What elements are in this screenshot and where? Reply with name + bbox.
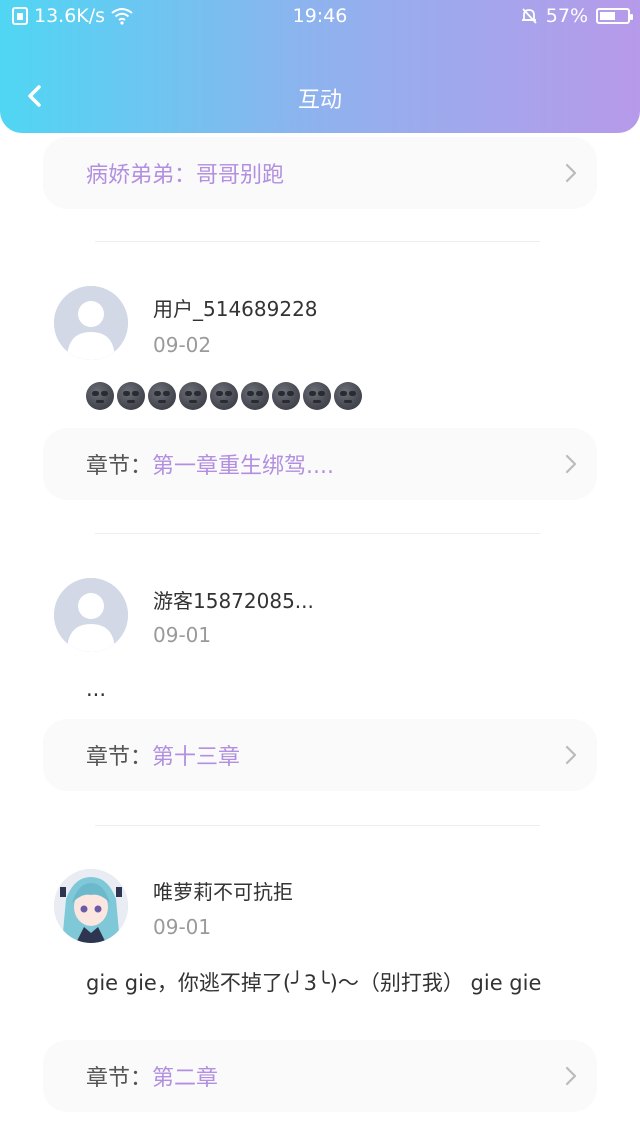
- username[interactable]: 游客15872085...: [153, 585, 314, 614]
- default-avatar-icon: [54, 286, 128, 360]
- new-moon-face-emoji: [179, 382, 207, 410]
- novel-title: 病娇弟弟：哥哥别跑: [86, 163, 285, 188]
- chevron-right-icon: [565, 745, 577, 765]
- new-moon-face-emoji: [241, 382, 269, 410]
- new-moon-face-emoji: [117, 382, 145, 410]
- nav-bar: 互动: [0, 60, 640, 132]
- header: 13.6K/s 19:46 57% 互动: [0, 0, 640, 133]
- new-moon-face-emoji: [272, 382, 300, 410]
- new-moon-face-emoji: [148, 382, 176, 410]
- chapter-label: 章节：: [86, 454, 153, 479]
- username[interactable]: 唯萝莉不可抗拒: [153, 876, 293, 905]
- avatar[interactable]: [54, 869, 128, 943]
- comment-text: gie gie，你逃不掉了(╯3╰)～（别打我） gie gie: [86, 971, 542, 995]
- divider: [95, 533, 540, 534]
- status-bar: 13.6K/s 19:46 57%: [0, 0, 640, 34]
- chevron-right-icon: [565, 454, 577, 474]
- chapter-name: 第二章: [152, 1066, 219, 1091]
- status-right: 57%: [520, 5, 633, 27]
- username[interactable]: 用户_514689228: [153, 293, 318, 322]
- chapter-card[interactable]: 章节： 第一章重生绑驾....: [43, 428, 597, 500]
- default-avatar-icon: [54, 578, 128, 652]
- novel-card[interactable]: 病娇弟弟：哥哥别跑: [43, 137, 597, 209]
- comment-date: 09-01: [153, 915, 212, 939]
- comment-emoji-row: [86, 382, 362, 410]
- chapter-label: 章节：: [86, 1066, 153, 1091]
- anime-girl-avatar-icon: [54, 869, 128, 943]
- divider: [95, 241, 540, 242]
- new-moon-face-emoji: [303, 382, 331, 410]
- page-title: 互动: [297, 88, 342, 113]
- chapter-card[interactable]: 章节： 第十三章: [43, 719, 597, 791]
- chevron-right-icon: [565, 163, 577, 183]
- battery-icon: [596, 8, 633, 24]
- new-moon-face-emoji: [334, 382, 362, 410]
- chapter-name: 第一章重生绑驾....: [152, 454, 334, 479]
- avatar[interactable]: [54, 286, 128, 360]
- chapter-card[interactable]: 章节： 第二章: [43, 1040, 597, 1112]
- battery-percent: 57%: [545, 5, 588, 27]
- chevron-right-icon: [565, 1066, 577, 1086]
- battery-fill: [600, 12, 615, 20]
- comment-date: 09-02: [153, 333, 212, 357]
- new-moon-face-emoji: [210, 382, 238, 410]
- comment-date: 09-01: [153, 623, 212, 647]
- new-moon-face-emoji: [86, 382, 114, 410]
- chapter-name: 第十三章: [152, 745, 241, 770]
- mute-bell-icon: [521, 8, 537, 24]
- comment-text: ...: [86, 677, 107, 701]
- avatar[interactable]: [54, 578, 128, 652]
- chapter-label: 章节：: [86, 745, 153, 770]
- comment-list[interactable]: 病娇弟弟：哥哥别跑 用户_514689228 09-02 章节： 第一章重生绑驾…: [0, 133, 640, 1138]
- divider: [95, 825, 540, 826]
